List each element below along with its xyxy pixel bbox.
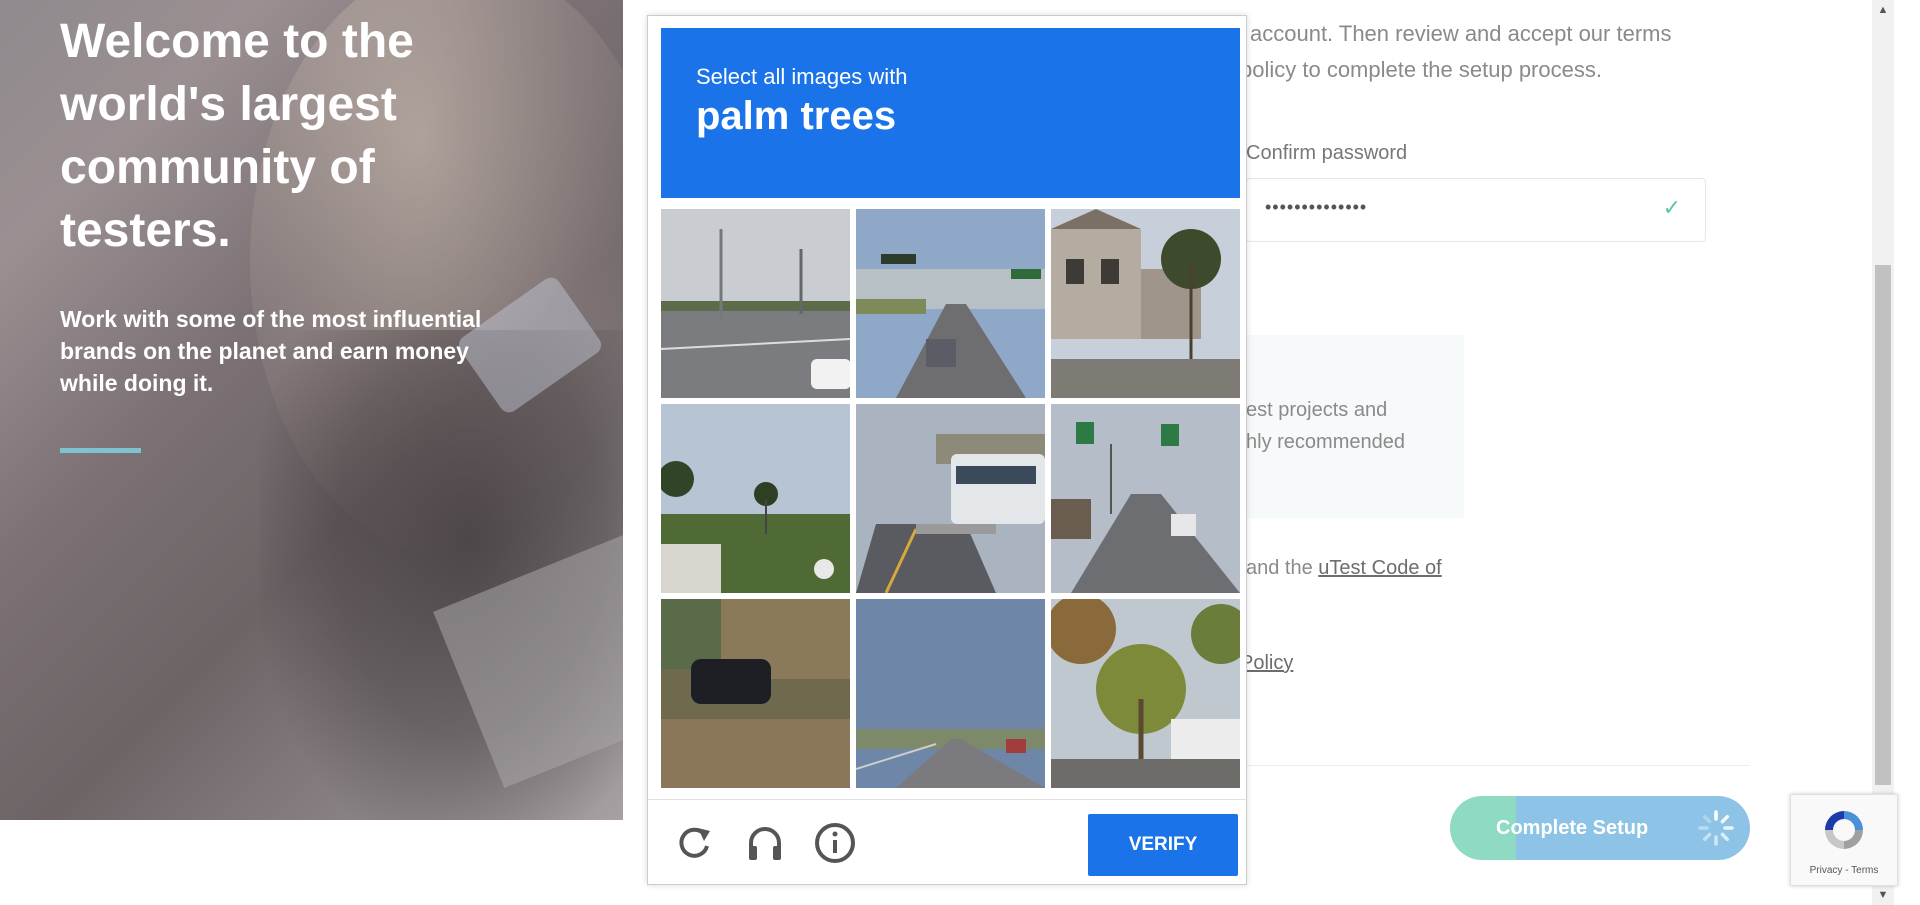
code-of-conduct-link[interactable]: uTest Code of (1318, 557, 1441, 579)
scroll-up-icon[interactable]: ▲ (1877, 4, 1889, 16)
audio-icon[interactable] (744, 822, 786, 864)
form-intro-line2: policy to complete the setup process. (1240, 57, 1602, 82)
recaptcha-logo-icon (1821, 807, 1867, 853)
scroll-down-icon[interactable]: ▼ (1877, 889, 1889, 901)
captcha-tile[interactable] (856, 209, 1045, 398)
terms-line: and the uTest Code of (1246, 552, 1442, 584)
recaptcha-links[interactable]: Privacy - Terms (1791, 865, 1897, 876)
captcha-footer: VERIFY (648, 799, 1246, 885)
reload-icon[interactable] (674, 822, 716, 864)
recaptcha-badge[interactable]: Privacy - Terms (1790, 794, 1898, 886)
captcha-tile[interactable] (661, 599, 850, 788)
captcha-instruction: Select all images with (696, 64, 908, 89)
info-line2: hly recommended (1246, 431, 1405, 453)
captcha-tile[interactable] (856, 404, 1045, 593)
confirm-password-label: Confirm password (1246, 142, 1408, 164)
confirm-password-field[interactable]: •••••••••••••• ✓ (1246, 178, 1706, 242)
policy-line: Policy (1240, 647, 1293, 679)
captcha-target: palm trees (696, 94, 897, 138)
captcha-tile[interactable] (661, 404, 850, 593)
captcha-tile[interactable] (1051, 209, 1240, 398)
captcha-tile[interactable] (856, 599, 1045, 788)
form-divider (1240, 765, 1750, 766)
page-scrollbar[interactable]: ▲ ▼ (1872, 0, 1894, 905)
form-intro-line1: account. Then review and accept our term… (1250, 21, 1672, 46)
hero-title: Welcome to the world's largest community… (60, 15, 414, 257)
captcha-image-grid (661, 209, 1241, 789)
hero-accent-line (60, 448, 141, 453)
privacy-policy-link[interactable]: Policy (1240, 652, 1293, 674)
captcha-dialog: Select all images with palm trees VERIFY (647, 15, 1247, 885)
confirm-password-value: •••••••••••••• (1265, 197, 1368, 217)
info-line1: est projects and (1246, 399, 1388, 421)
check-icon: ✓ (1662, 195, 1681, 220)
complete-setup-button[interactable]: Complete Setup (1450, 796, 1750, 860)
hero-subtitle: Work with some of the most influential b… (60, 306, 482, 396)
hero-panel: Welcome to the world's largest community… (0, 0, 623, 820)
loading-spinner-icon (1696, 808, 1736, 848)
captcha-tile[interactable] (1051, 599, 1240, 788)
captcha-header: Select all images with palm trees (661, 28, 1240, 198)
scrollbar-thumb[interactable] (1875, 265, 1891, 785)
captcha-tile[interactable] (1051, 404, 1240, 593)
complete-setup-label: Complete Setup (1496, 817, 1649, 839)
captcha-tile[interactable] (661, 209, 850, 398)
terms-prefix: and the (1246, 557, 1313, 579)
verify-button[interactable]: VERIFY (1088, 814, 1238, 876)
info-icon[interactable] (814, 822, 856, 864)
